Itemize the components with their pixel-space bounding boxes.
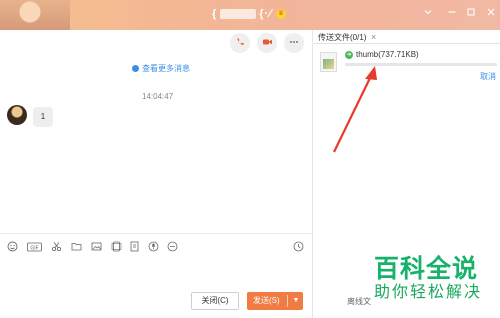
send-button-label: 发送(S) <box>253 296 280 305</box>
close-button[interactable]: 关闭(C) <box>191 292 239 310</box>
clock-icon <box>132 65 139 72</box>
scissors-icon[interactable] <box>50 240 63 253</box>
file-thumbnail-icon <box>320 52 337 72</box>
clock-icon[interactable] <box>292 240 305 253</box>
gif-icon[interactable]: GIF <box>26 240 42 253</box>
transfer-panel-title: 传送文件(0/1) <box>318 33 367 42</box>
emoji-icon[interactable] <box>6 240 19 253</box>
screen-icon[interactable] <box>110 240 123 253</box>
message-bubble: 1 <box>33 107 53 127</box>
contact-name-right: {·∕ <box>259 8 273 20</box>
avatar[interactable] <box>7 105 27 125</box>
offline-file-partial-text: 离线文 <box>347 297 371 306</box>
file-icon[interactable] <box>128 240 141 253</box>
image-icon[interactable] <box>90 240 103 253</box>
video-icon <box>262 37 273 49</box>
cancel-transfer-link[interactable]: 取消 <box>480 71 496 82</box>
message-timestamp: 14:04:47 <box>142 92 174 101</box>
transfer-progress-bar <box>345 63 497 66</box>
toolbar-divider <box>0 233 312 234</box>
watermark-title: 百科全说 <box>374 255 479 283</box>
crown-icon: ♛ <box>276 9 286 19</box>
send-button-separator <box>287 295 288 307</box>
view-more-messages-label: 查看更多消息 <box>142 64 190 73</box>
transfer-panel-close[interactable]: × <box>371 32 376 42</box>
svg-text:GIF: GIF <box>30 245 38 251</box>
upload-arrow-icon: ➜ <box>345 51 353 59</box>
minimize-icon[interactable] <box>445 7 459 21</box>
watermark: 百科全说 助你轻松解决 <box>374 255 500 303</box>
folder-icon[interactable] <box>70 240 83 253</box>
send-button[interactable]: 发送(S) ▼ <box>247 292 303 310</box>
more-options-button[interactable] <box>284 33 304 53</box>
blurred-name <box>220 9 257 20</box>
title-bar-background-photo <box>0 0 70 30</box>
block-icon[interactable] <box>166 240 179 253</box>
more-icon <box>289 37 299 49</box>
phone-call-button[interactable] <box>230 33 250 53</box>
file-name: thumb(737.71KB) <box>356 50 419 59</box>
title-bar: { {·∕ ♛ <box>0 0 500 30</box>
close-icon[interactable] <box>484 7 498 21</box>
contact-name: { {·∕ <box>212 8 272 20</box>
watermark-subtitle: 助你轻松解决 <box>374 284 483 301</box>
transfer-panel-divider <box>313 43 500 44</box>
chevron-down-icon[interactable]: ▼ <box>290 292 302 310</box>
view-more-messages-link[interactable]: 查看更多消息 <box>132 63 190 74</box>
mic-icon[interactable] <box>147 240 160 253</box>
chevron-down-icon[interactable] <box>421 7 435 21</box>
contact-name-left: { <box>212 8 218 20</box>
video-call-button[interactable] <box>257 33 277 53</box>
phone-icon <box>235 37 245 49</box>
maximize-icon[interactable] <box>464 7 478 21</box>
